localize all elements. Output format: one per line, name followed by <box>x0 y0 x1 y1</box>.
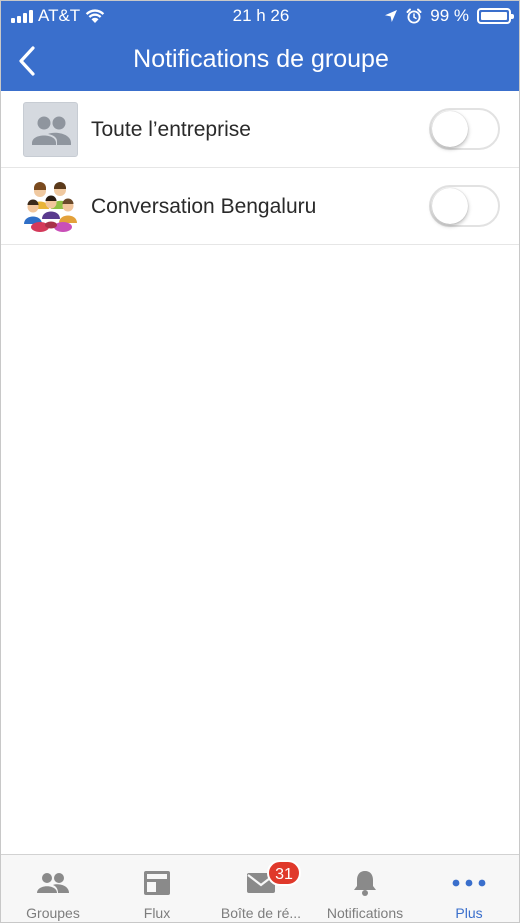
status-right: 99 % <box>384 6 514 26</box>
group-row: Toute l’entreprise <box>1 91 519 168</box>
tab-flux[interactable]: Flux <box>105 855 209 922</box>
tab-bar: Groupes Flux 31 Boîte de ré... Notificat… <box>1 854 519 922</box>
group-row: Conversation Bengaluru <box>1 168 519 245</box>
group-name: Toute l’entreprise <box>91 118 251 141</box>
bell-icon <box>345 867 385 899</box>
toggle-knob <box>432 188 468 224</box>
app-frame: AT&T 21 h 26 99 % Notifications de group… <box>0 0 520 923</box>
alarm-icon <box>406 8 422 24</box>
tab-label: Groupes <box>26 905 80 921</box>
tab-label: Boîte de ré... <box>220 905 302 921</box>
tab-plus[interactable]: Plus <box>417 855 519 922</box>
page-title: Notifications de groupe <box>133 45 389 73</box>
notification-toggle[interactable] <box>429 108 500 150</box>
battery-percent: 99 % <box>430 6 469 25</box>
tab-label: Notifications <box>326 905 404 921</box>
battery-icon <box>477 8 514 24</box>
groups-icon <box>33 867 73 899</box>
feed-icon <box>137 867 177 899</box>
status-bar: AT&T 21 h 26 99 % <box>1 1 519 31</box>
tab-boite-de-reception[interactable]: 31 Boîte de ré... <box>209 855 313 922</box>
tab-label: Plus <box>455 905 483 921</box>
group-list: Toute l’entreprise Conversation Bengalur… <box>1 91 519 245</box>
nav-bar: Notifications de groupe <box>1 31 519 91</box>
toggle-knob <box>432 111 468 147</box>
location-arrow-icon <box>385 10 398 22</box>
notification-toggle[interactable] <box>429 185 500 227</box>
tab-groupes[interactable]: Groupes <box>1 855 105 922</box>
more-dots-icon <box>449 867 489 899</box>
tab-label: Flux <box>143 905 171 921</box>
group-name: Conversation Bengaluru <box>91 195 317 218</box>
tab-notifications[interactable]: Notifications <box>313 855 417 922</box>
battery-level <box>481 12 507 20</box>
group-placeholder-icon <box>23 102 78 157</box>
unread-badge: 31 <box>267 860 301 886</box>
people-illustration <box>23 179 78 234</box>
